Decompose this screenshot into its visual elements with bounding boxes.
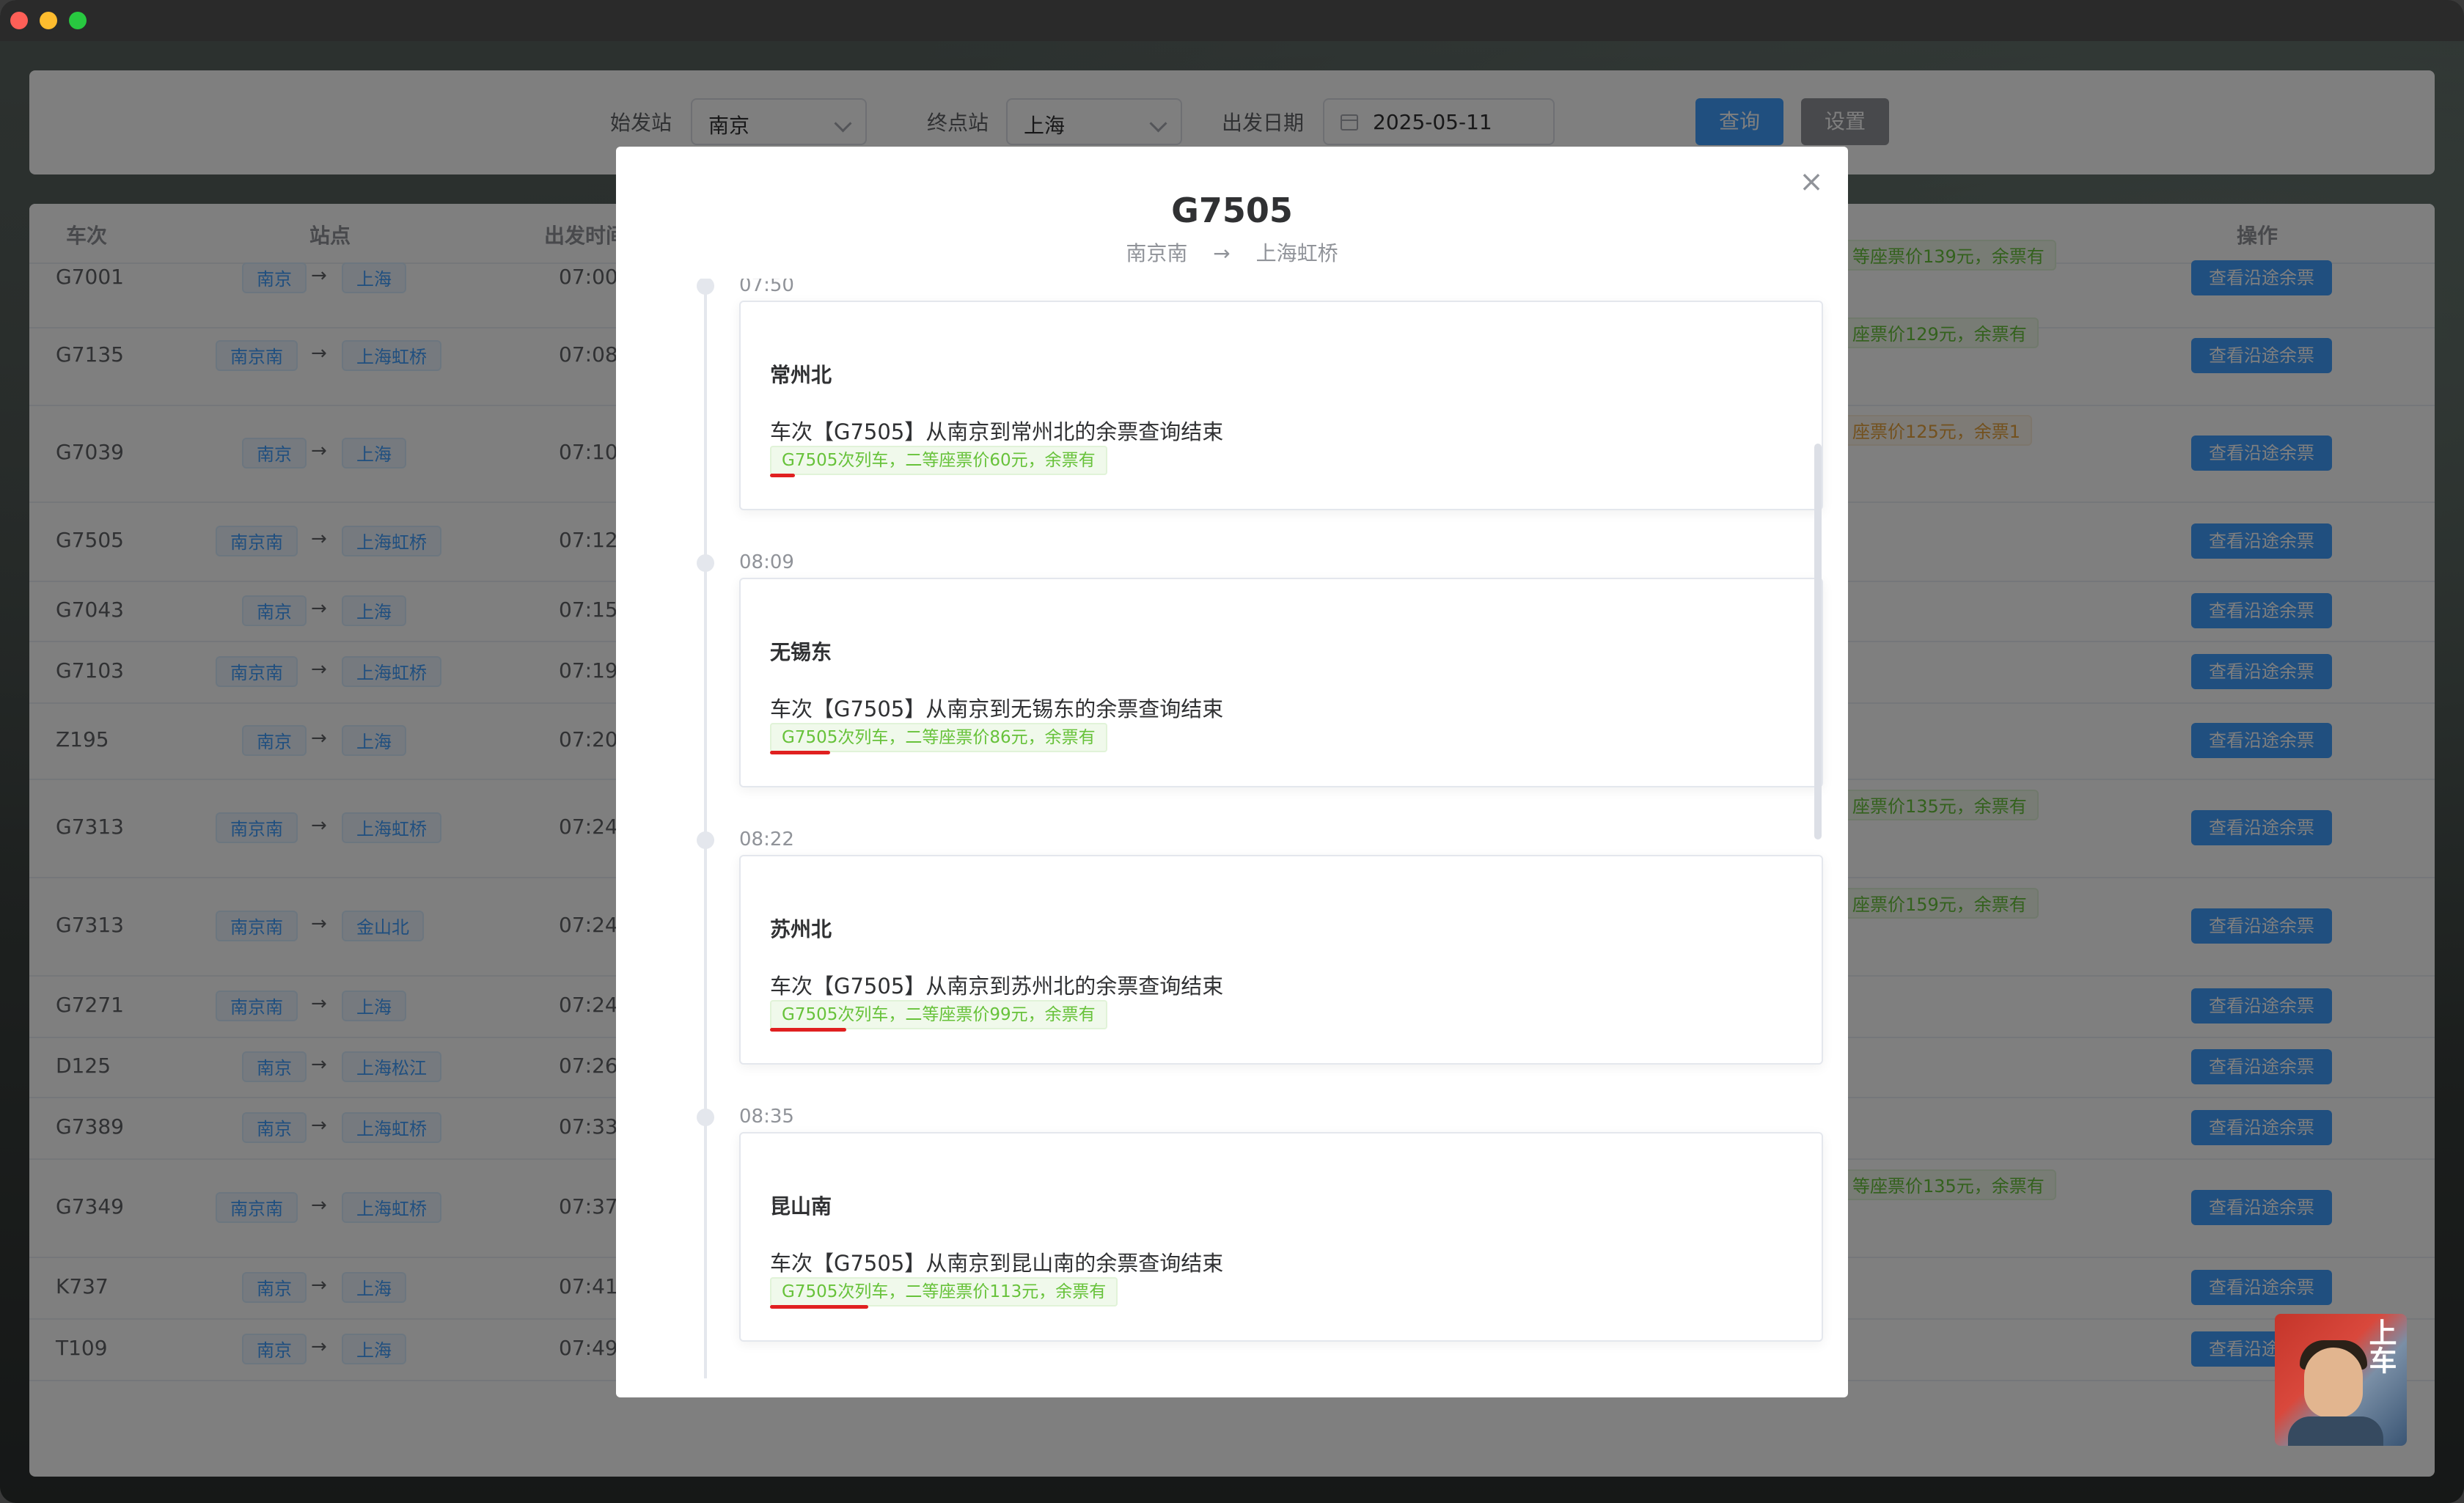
stop-station: 苏州北 [770,917,832,941]
highlight-underline [770,1305,868,1309]
timeline-dot [697,279,714,295]
highlight-underline [770,751,830,754]
minimize-window-icon[interactable] [40,12,57,29]
stop-time: 08:35 [739,1106,794,1128]
train-detail-dialog: G7505 南京南 → 上海虹桥 × 07:50 常州北车次【G7505】从南京到… [616,147,1848,1397]
stop-time: 08:22 [739,828,794,850]
stop-message: 车次【G7505】从南京到无锡东的余票查询结束 [770,697,1224,721]
close-icon[interactable]: × [1797,167,1826,196]
dialog-route: 南京南 → 上海虹桥 [616,238,1848,267]
app-window: 始发站 南京 终点站 上海 出发日期 2025-05-11 查询 设置 车次 站… [0,0,2464,1503]
dialog-title: G7505 [1171,191,1293,230]
route-to: 上海虹桥 [1255,241,1338,265]
stop-card: 常州北车次【G7505】从南京到常州北的余票查询结束 G7505次列车，二等座票价… [739,301,1823,510]
route-from: 南京南 [1126,241,1188,265]
stop-time: 08:09 [739,551,794,573]
title-bar [0,0,2464,42]
timeline-dot [697,1109,714,1126]
avatar-text: 上车 [2364,1318,2397,1374]
stop-message: 车次【G7505】从南京到苏州北的余票查询结束 [770,974,1224,999]
stop-card: 昆山南车次【G7505】从南京到昆山南的余票查询结束 G7505次列车，二等座票价… [739,1132,1823,1342]
stop-message: 车次【G7505】从南京到常州北的余票查询结束 [770,419,1224,444]
close-window-icon[interactable] [10,12,28,29]
stop-message: 车次【G7505】从南京到昆山南的余票查询结束 [770,1251,1224,1276]
stop-station: 昆山南 [770,1194,832,1219]
dialog-scrollbar[interactable] [1814,444,1822,839]
highlight-underline [770,1028,846,1032]
stops-timeline[interactable]: 07:50 常州北 车次【G7505】从南京到常州北的余票查询结束 G7505次列车，… [616,279,1848,1378]
stop-card: 苏州北车次【G7505】从南京到苏州北的余票查询结束 G7505次列车，二等座票价… [739,855,1823,1065]
highlight-underline [770,474,795,477]
ticket-tag: G7505次列车，二等座票价99元，余票有 [770,1000,1107,1029]
stop-station: 常州北 [770,363,832,387]
ticket-tag: G7505次列车，二等座票价60元，余票有 [770,446,1107,475]
stop-time: 07:50 [739,279,794,296]
timeline-dot [697,831,714,849]
maximize-window-icon[interactable] [69,12,87,29]
timeline-dot [697,554,714,572]
floating-avatar[interactable]: 上车 [2275,1314,2407,1446]
ticket-tag: G7505次列车，二等座票价86元，余票有 [770,723,1107,752]
stop-station: 无锡东 [770,640,832,664]
timeline-line [704,279,707,1378]
stop-card: 无锡东车次【G7505】从南京到无锡东的余票查询结束 G7505次列车，二等座票价… [739,578,1823,787]
arrow-right-icon: → [1213,241,1231,265]
ticket-tag: G7505次列车，二等座票价113元，余票有 [770,1277,1118,1307]
